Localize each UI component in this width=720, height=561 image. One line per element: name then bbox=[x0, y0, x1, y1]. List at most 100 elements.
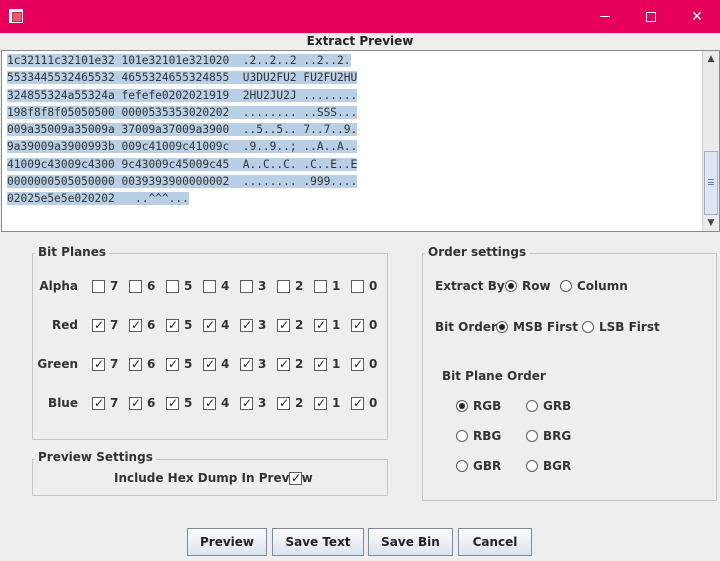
maximize-button[interactable] bbox=[628, 0, 674, 33]
bit-plane-checkbox-label: 3 bbox=[258, 279, 267, 293]
plane-order-label: RGB bbox=[473, 399, 502, 413]
scrollbar-thumb[interactable] bbox=[704, 151, 718, 215]
hex-dump-line[interactable]: 1c32111c32101e32 101e32101e321020 .2..2.… bbox=[7, 52, 357, 69]
bit-plane-checkbox-label: 1 bbox=[332, 396, 341, 410]
preview-button[interactable]: Preview bbox=[187, 528, 267, 556]
bit-plane-checkbox[interactable] bbox=[166, 317, 179, 333]
hex-dump-line[interactable]: 5533445532465532 4655324655324855 U3DU2F… bbox=[7, 69, 358, 86]
vertical-scrollbar[interactable]: ▲ ▼ bbox=[702, 51, 719, 231]
bit-plane-checkbox[interactable] bbox=[203, 356, 216, 372]
bit-planes-title: Bit Planes bbox=[35, 245, 110, 259]
bit-plane-checkbox[interactable] bbox=[277, 395, 290, 411]
bit-plane-checkbox-label: 2 bbox=[295, 396, 304, 410]
hex-dump-line-text: 009a35009a35009a 37009a37009a3900 ..5..5… bbox=[7, 123, 358, 137]
lsb-first-radio[interactable] bbox=[582, 321, 594, 333]
hex-dump-line[interactable]: 0000000505050000 0039393900000002 ......… bbox=[7, 173, 358, 190]
plane-order-radio[interactable] bbox=[526, 430, 538, 442]
bit-plane-checkbox[interactable] bbox=[129, 395, 142, 411]
hex-dump-line[interactable]: 9a39009a3900993b 009c41009c41009c .9..9.… bbox=[7, 138, 358, 155]
plane-order-radio[interactable] bbox=[526, 400, 538, 412]
bit-plane-row-label: Red bbox=[52, 318, 78, 332]
bit-plane-checkbox[interactable] bbox=[166, 280, 179, 293]
bit-plane-checkbox[interactable] bbox=[351, 395, 364, 411]
hex-dump-text[interactable]: 1c32111c32101e32 101e32101e321020 .2..2.… bbox=[7, 52, 358, 208]
close-button[interactable]: ✕ bbox=[674, 0, 720, 33]
bit-plane-checkbox[interactable] bbox=[203, 280, 216, 293]
plane-order-radio[interactable] bbox=[456, 460, 468, 472]
bit-plane-checkbox[interactable] bbox=[92, 317, 105, 333]
bit-plane-checkbox[interactable] bbox=[240, 280, 253, 293]
bit-plane-checkbox-label: 5 bbox=[184, 318, 193, 332]
bit-plane-checkbox[interactable] bbox=[203, 395, 216, 411]
msb-first-label: MSB First bbox=[513, 320, 579, 334]
bit-plane-row-label: Alpha bbox=[39, 279, 78, 293]
bit-plane-checkbox[interactable] bbox=[166, 395, 179, 411]
bit-plane-row-label: Blue bbox=[48, 396, 78, 410]
bit-plane-checkbox[interactable] bbox=[351, 356, 364, 372]
plane-order-label: BGR bbox=[543, 459, 572, 473]
bit-plane-checkbox[interactable] bbox=[129, 317, 142, 333]
scroll-up-arrow-icon[interactable]: ▲ bbox=[703, 51, 719, 67]
bit-plane-checkbox-label: 2 bbox=[295, 318, 304, 332]
minimize-button[interactable] bbox=[582, 0, 628, 33]
extract-by-column-radio[interactable] bbox=[560, 280, 572, 292]
java-app-icon bbox=[9, 9, 23, 23]
bit-plane-checkbox-label: 1 bbox=[332, 279, 341, 293]
bit-plane-checkbox[interactable] bbox=[203, 317, 216, 333]
cancel-button[interactable]: Cancel bbox=[458, 528, 532, 556]
bit-plane-checkbox[interactable] bbox=[351, 280, 364, 293]
close-icon: ✕ bbox=[691, 8, 703, 25]
plane-order-label: GBR bbox=[473, 459, 502, 473]
include-hex-dump-checkbox[interactable] bbox=[289, 470, 302, 486]
bit-plane-checkbox-label: 6 bbox=[147, 357, 156, 371]
hex-dump-line[interactable]: 009a35009a35009a 37009a37009a3900 ..5..5… bbox=[7, 121, 358, 138]
hex-dump-line[interactable]: 41009c43009c4300 9c43009c45009c45 A..C..… bbox=[7, 156, 358, 173]
bit-plane-checkbox[interactable] bbox=[92, 395, 105, 411]
bit-plane-order-label: Bit Plane Order bbox=[442, 369, 546, 383]
bit-plane-checkbox[interactable] bbox=[240, 395, 253, 411]
extract-preview-text-area[interactable]: 1c32111c32101e32 101e32101e321020 .2..2.… bbox=[1, 50, 720, 232]
save-bin-button[interactable]: Save Bin bbox=[368, 528, 453, 556]
bit-plane-checkbox[interactable] bbox=[92, 280, 105, 293]
bit-plane-checkbox-label: 2 bbox=[295, 279, 304, 293]
bit-plane-checkbox-label: 1 bbox=[332, 318, 341, 332]
msb-first-radio[interactable] bbox=[496, 321, 508, 333]
plane-order-radio[interactable] bbox=[456, 400, 468, 412]
extract-by-label: Extract By bbox=[435, 279, 505, 293]
plane-order-radio[interactable] bbox=[456, 430, 468, 442]
extract-by-row-radio[interactable] bbox=[505, 280, 517, 292]
scroll-down-arrow-icon[interactable]: ▼ bbox=[703, 215, 719, 231]
bit-plane-checkbox[interactable] bbox=[314, 280, 327, 293]
plane-order-radio[interactable] bbox=[526, 460, 538, 472]
bit-plane-checkbox[interactable] bbox=[277, 356, 290, 372]
order-settings-title: Order settings bbox=[425, 245, 530, 259]
bit-plane-checkbox-label: 4 bbox=[221, 279, 230, 293]
bit-plane-checkbox[interactable] bbox=[351, 317, 364, 333]
bit-plane-checkbox[interactable] bbox=[240, 317, 253, 333]
bit-plane-row-label: Green bbox=[37, 357, 78, 371]
bit-plane-checkbox-label: 5 bbox=[184, 396, 193, 410]
hex-dump-line[interactable]: 02025e5e5e020202 ..^^^... bbox=[7, 190, 357, 207]
bit-plane-checkbox[interactable] bbox=[277, 280, 290, 293]
bit-plane-checkbox[interactable] bbox=[166, 356, 179, 372]
bit-plane-checkbox-label: 0 bbox=[369, 357, 378, 371]
bit-plane-checkbox-label: 7 bbox=[110, 279, 119, 293]
bit-plane-checkbox-label: 4 bbox=[221, 318, 230, 332]
hex-dump-line[interactable]: 324855324a55324a fefefe0202021919 2HU2JU… bbox=[7, 87, 358, 104]
bit-plane-checkbox-label: 4 bbox=[221, 396, 230, 410]
bit-plane-checkbox[interactable] bbox=[314, 317, 327, 333]
save-text-button[interactable]: Save Text bbox=[272, 528, 364, 556]
maximize-icon bbox=[646, 11, 656, 22]
bit-plane-checkbox[interactable] bbox=[92, 356, 105, 372]
bit-plane-checkbox[interactable] bbox=[240, 356, 253, 372]
bit-plane-checkbox[interactable] bbox=[277, 317, 290, 333]
bit-plane-checkbox-label: 1 bbox=[332, 357, 341, 371]
lsb-first-label: LSB First bbox=[599, 320, 660, 334]
bit-plane-checkbox[interactable] bbox=[314, 356, 327, 372]
bit-plane-checkbox[interactable] bbox=[129, 280, 142, 293]
bit-plane-checkbox[interactable] bbox=[314, 395, 327, 411]
plane-order-label: GRB bbox=[543, 399, 572, 413]
hex-dump-line[interactable]: 198f8f8f05050500 0000535353020202 ......… bbox=[7, 104, 358, 121]
bit-plane-checkbox[interactable] bbox=[129, 356, 142, 372]
title-bar: ✕ bbox=[0, 0, 720, 33]
